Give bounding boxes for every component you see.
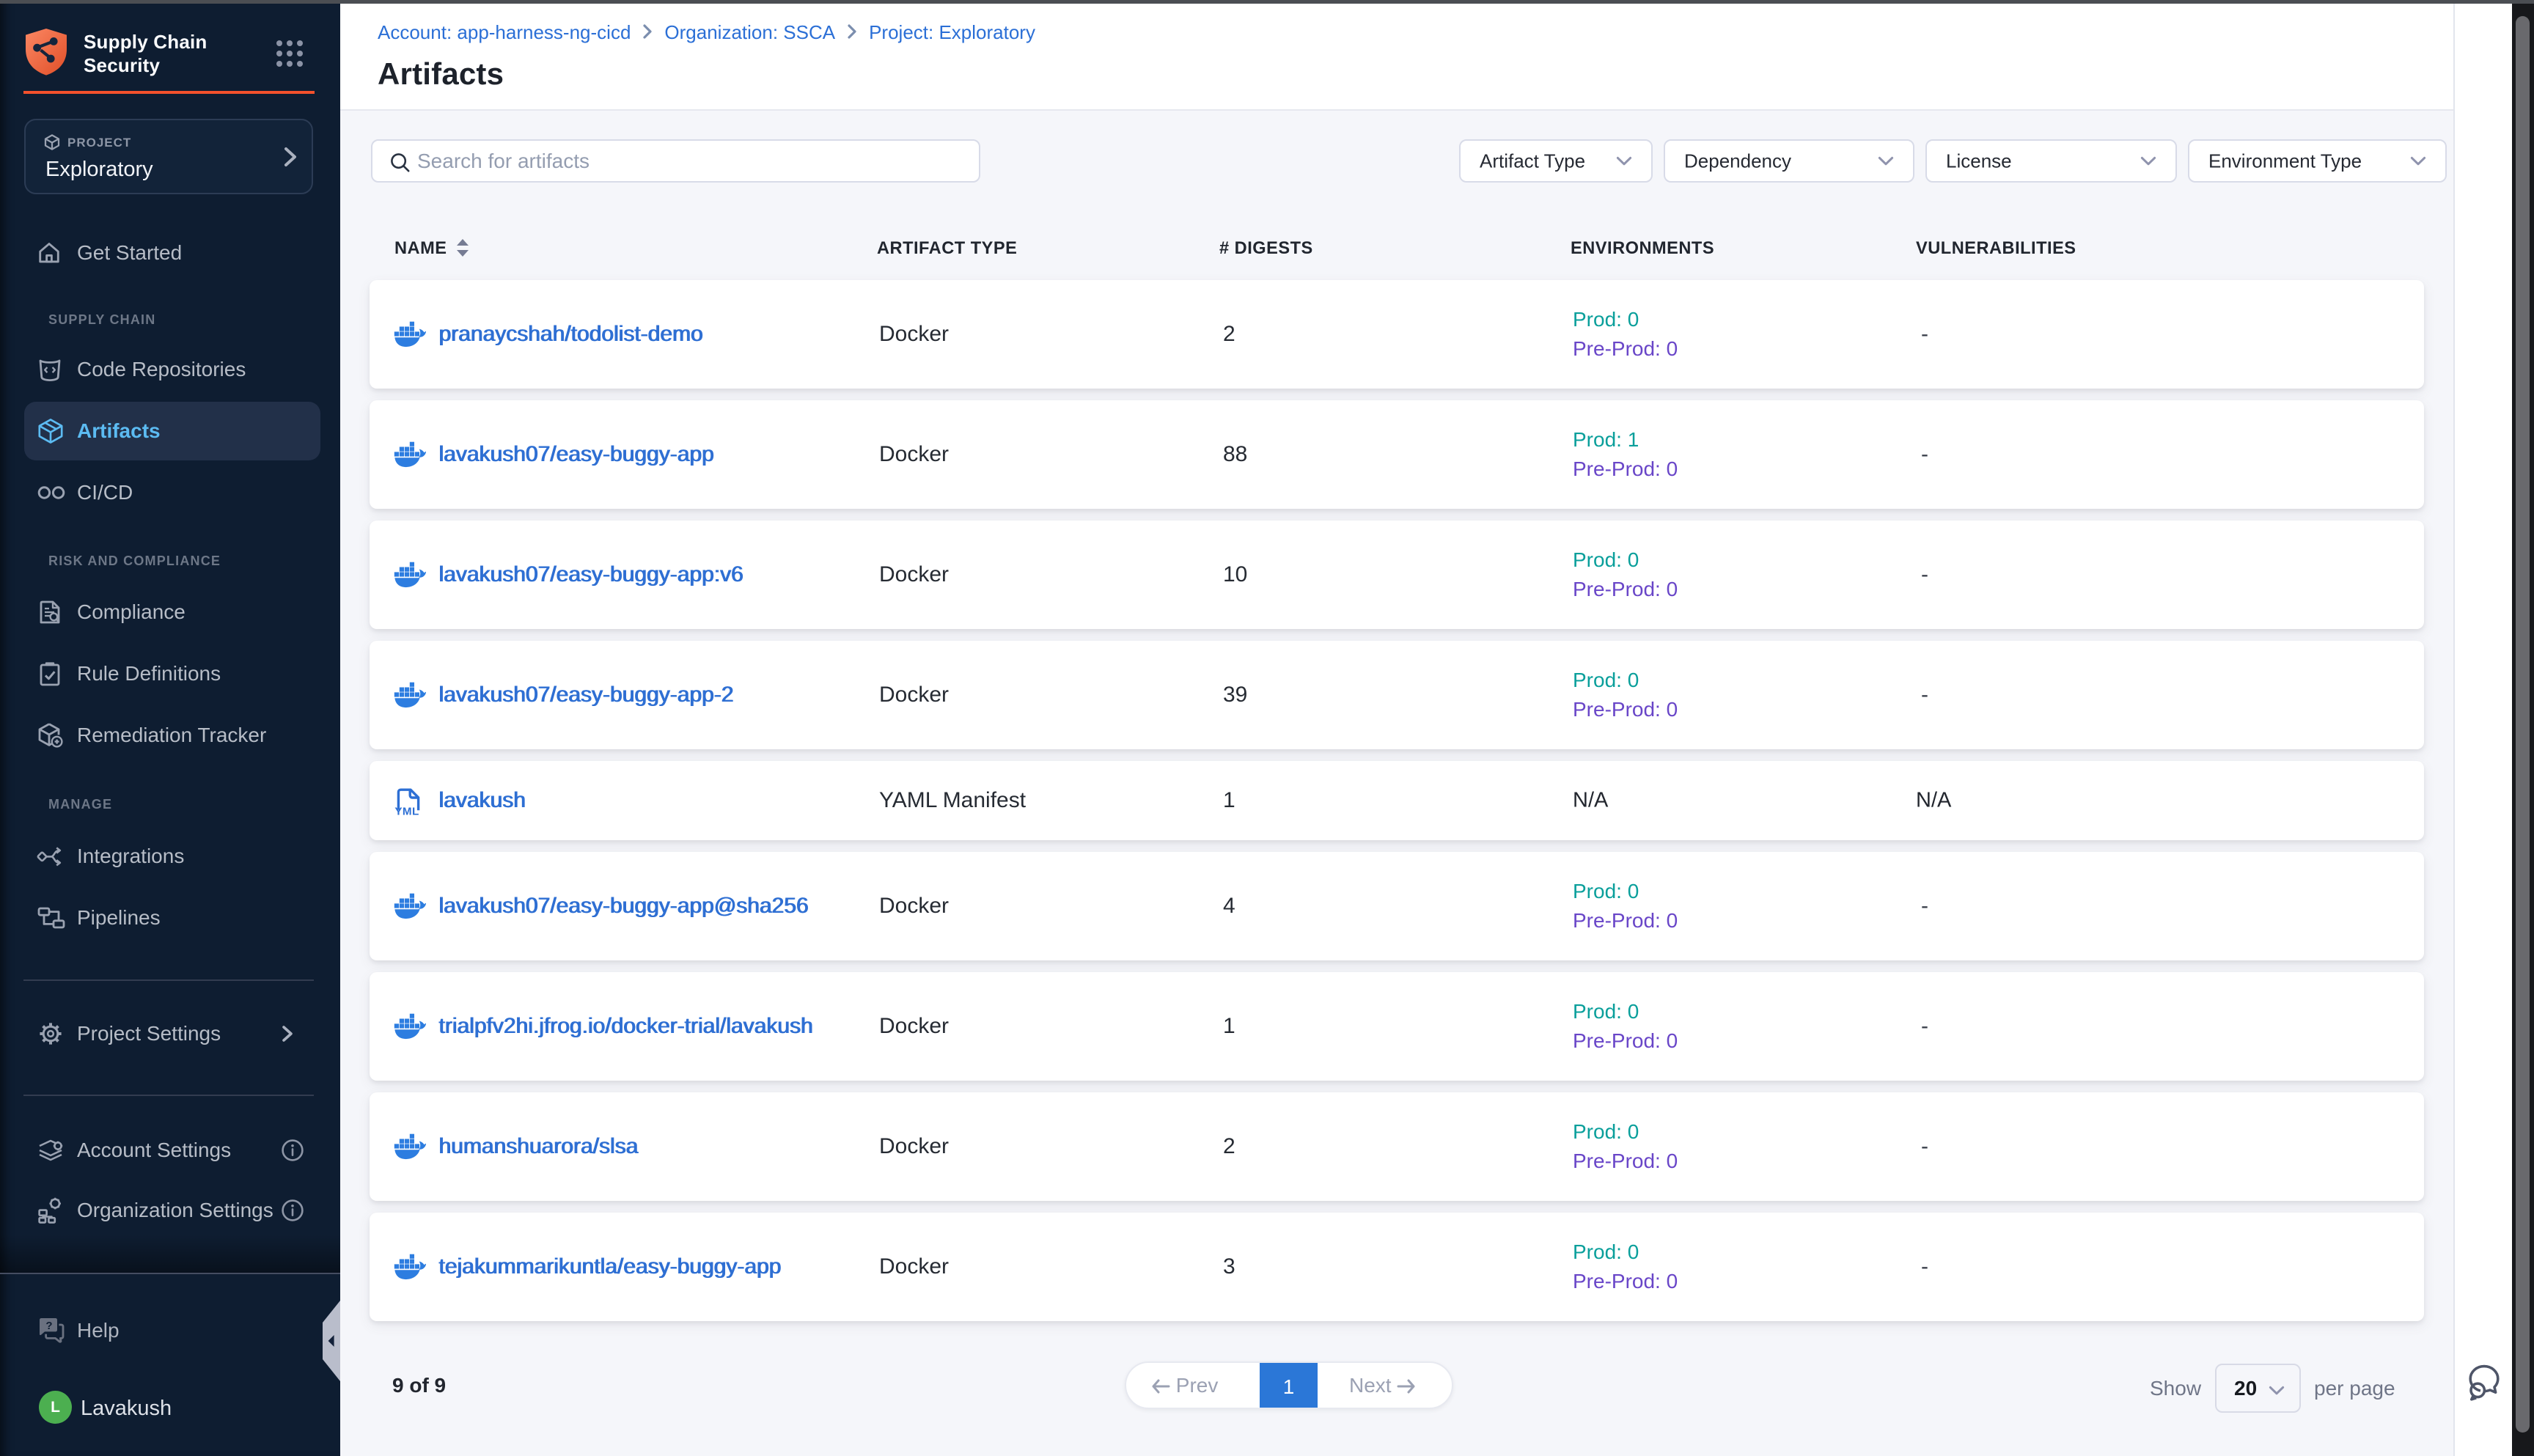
svg-text:?: ?	[45, 1320, 52, 1332]
